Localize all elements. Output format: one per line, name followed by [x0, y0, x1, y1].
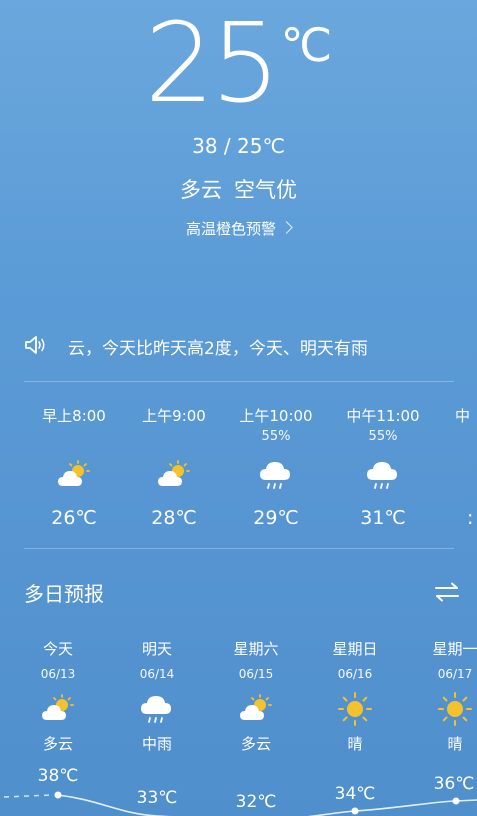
swap-icon[interactable] — [434, 582, 460, 602]
day-condition: 多云 — [240, 735, 271, 753]
day-date: 06/16 — [337, 667, 373, 681]
hour-temp: : — [467, 507, 474, 529]
hour-precip — [24, 429, 124, 449]
day-condition: 晴 — [447, 735, 463, 753]
current-temp-value: 25 — [144, 0, 281, 127]
partly-cloudy-icon — [8, 689, 108, 729]
hour-temp: 29℃ — [253, 507, 299, 529]
day-name: 星期六 — [233, 640, 279, 658]
hour-time: 上午9:00 — [142, 407, 206, 425]
day-name: 星期日 — [332, 640, 378, 658]
curve-lead-dash — [3, 794, 53, 798]
divider — [24, 548, 454, 549]
speaker-icon[interactable] — [24, 334, 48, 356]
hour-time: 中 — [455, 407, 471, 425]
day-condition: 多云 — [42, 735, 73, 753]
hour-time: 中午11:00 — [346, 407, 420, 425]
day-item: 今天 06/13 多云 — [8, 638, 108, 754]
sunny-icon — [305, 689, 405, 729]
day-condition: 晴 — [347, 735, 363, 753]
current-temp-unit: ℃ — [280, 18, 333, 72]
day-name: 明天 — [141, 640, 172, 658]
day-item: 星期日 06/16 晴 — [305, 638, 405, 754]
day-date: 06/15 — [238, 667, 274, 681]
day-name: 今天 — [42, 640, 73, 658]
partly-cloudy-icon — [124, 453, 224, 497]
hourly-item: 中午11:00 55% 31℃ — [333, 405, 433, 529]
day-item: 星期六 06/15 多云 — [206, 638, 306, 754]
temp-range: 38 / 25℃ — [192, 134, 285, 158]
hour-precip: 55% — [368, 429, 398, 444]
hour-temp: 26℃ — [51, 507, 97, 529]
rain-icon — [226, 453, 326, 497]
alert-label: 高温橙色预警 — [185, 220, 276, 238]
hour-precip — [450, 429, 477, 449]
hour-temp: 31℃ — [360, 507, 406, 529]
sunny-icon — [405, 689, 477, 729]
curve-point — [351, 807, 359, 815]
hourly-item: 早上8:00 26℃ — [24, 405, 124, 529]
high-temp-curve — [3, 791, 477, 816]
curve-point — [54, 791, 62, 799]
partly-cloudy-icon — [24, 453, 124, 497]
day-item: 明天 06/14 中雨 — [107, 638, 207, 754]
weather-ticker-text: 云，今天比昨天高2度，今天、明天有雨 — [68, 339, 368, 359]
day-date: 06/17 — [437, 667, 473, 681]
chevron-right-icon — [280, 221, 293, 234]
current-condition-line: 多云 空气优 — [0, 174, 477, 204]
day-item: 星期一 06/17 晴 — [405, 638, 477, 754]
curve-line — [57, 794, 477, 816]
hour-time: 上午10:00 — [239, 407, 313, 425]
partly-cloudy-icon — [206, 689, 306, 729]
hour-precip — [124, 429, 224, 449]
hour-precip: 55% — [261, 429, 291, 444]
day-name: 星期一 — [432, 640, 477, 658]
hour-time: 早上8:00 — [42, 407, 106, 425]
day-date: 06/13 — [40, 667, 76, 681]
air-quality: 空气优 — [234, 178, 297, 202]
day-condition: 中雨 — [141, 735, 172, 753]
hourly-item: 上午10:00 55% 29℃ — [226, 405, 326, 529]
curve-point — [452, 797, 460, 805]
current-temperature: 25℃ — [0, 8, 477, 118]
rain-icon — [333, 453, 433, 497]
rain-icon — [107, 689, 207, 729]
hour-temp: 28℃ — [151, 507, 197, 529]
hourly-item: 上午9:00 28℃ — [124, 405, 224, 529]
day-date: 06/14 — [139, 667, 175, 681]
weather-alert-link[interactable]: 高温橙色预警 — [0, 218, 477, 239]
current-condition: 多云 — [180, 178, 222, 202]
forecast-title: 多日预报 — [24, 582, 104, 606]
hourly-item-partial: 中 : — [450, 405, 477, 529]
divider — [24, 381, 454, 382]
